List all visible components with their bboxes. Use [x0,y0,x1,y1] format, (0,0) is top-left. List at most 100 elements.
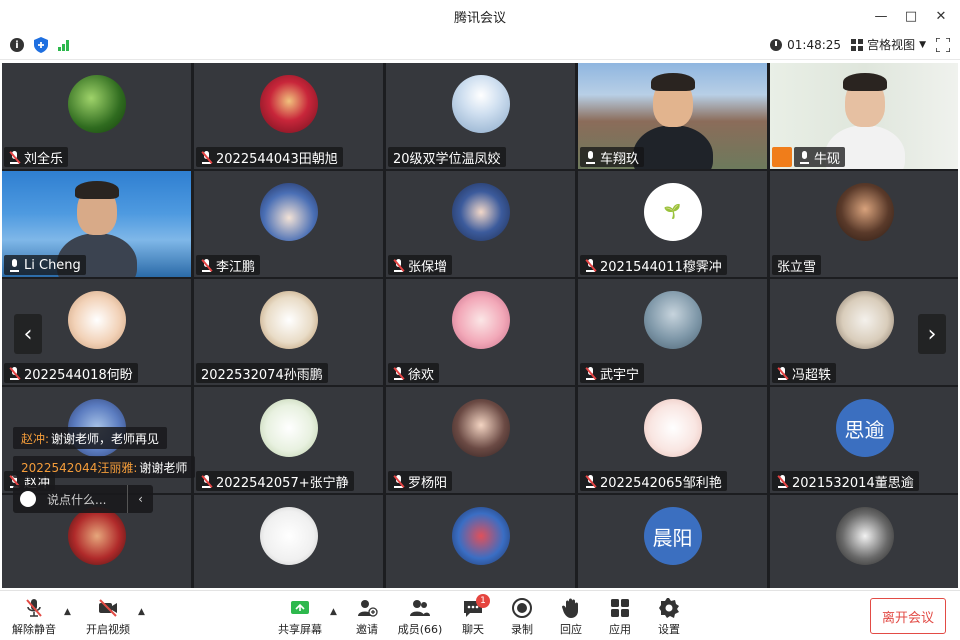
unmute-button[interactable]: 解除静音 [8,595,60,637]
apps-icon [609,597,631,619]
timer-text: 01:48:25 [787,37,842,52]
participant-tile[interactable]: 2022544043田朝旭 [194,63,383,169]
participant-name-tag: 2021532014董思逾 [772,471,919,491]
emoji-icon[interactable] [13,485,43,513]
minimize-icon[interactable]: — [868,3,894,29]
participant-tile[interactable]: 🌱 2021544011穆霁冲 [578,171,767,277]
next-page-button[interactable]: › [918,314,946,354]
participant-name-tag: 2022544043田朝旭 [196,147,343,167]
participant-tile[interactable]: 牛砚 [770,63,958,169]
participant-tile[interactable]: 张立雪 [770,171,958,277]
participant-name-tag: 刘全乐 [4,147,69,167]
mic-muted-icon [585,258,596,272]
participant-tile[interactable]: 车翔玖 [578,63,767,169]
participant-tile[interactable]: 2022542065邹利艳 [578,387,767,493]
record-icon [511,597,533,619]
members-label: 成员(66) [397,623,443,636]
participant-tile[interactable] [194,495,383,588]
view-switch-button[interactable]: 宫格视图 ▼ [851,36,926,53]
avatar [259,507,318,565]
avatar [259,291,318,349]
participant-tile[interactable]: Li Cheng [2,171,191,277]
avatar [451,75,510,133]
view-label: 宫格视图 [867,38,916,52]
chat-text: 谢谢老师 [139,460,188,475]
participant-tile[interactable]: 李江鹏 [194,171,383,277]
participant-tile[interactable]: 2022532074孙雨鹏 [194,279,383,385]
unmute-label: 解除静音 [12,623,56,636]
close-icon[interactable]: ✕ [928,3,954,29]
reaction-button[interactable]: 回应 [545,595,597,637]
participant-name-tag: 冯超轶 [772,363,837,383]
chat-button[interactable]: 1 聊天 [447,594,499,637]
mic-muted-icon [201,474,212,488]
mic-muted-icon [23,597,45,619]
mic-muted-icon [585,474,596,488]
participant-tile[interactable] [386,495,575,588]
participant-tile[interactable]: 徐欢 [386,279,575,385]
participant-name: 牛砚 [814,151,841,167]
shield-icon[interactable] [34,37,48,53]
participant-tile[interactable]: 2022542057+张宁静 [194,387,383,493]
participant-name-tag: 2022542065邹利艳 [580,471,727,491]
participant-tile[interactable]: 罗杨阳 [386,387,575,493]
members-button[interactable]: 成员(66) [394,595,446,637]
participant-tile[interactable]: 刘全乐 [2,63,191,169]
participant-name: 车翔玖 [600,151,640,167]
mic-muted-icon [777,366,788,380]
host-icon [772,147,792,167]
chevron-right-icon: › [927,321,937,347]
apps-button[interactable]: 应用 [594,595,646,637]
signal-icon[interactable] [58,39,69,51]
video-options-caret[interactable]: ▲ [138,607,145,617]
settings-button[interactable]: 设置 [643,595,695,637]
participant-tile[interactable]: 武宇宁 [578,279,767,385]
avatar [643,399,702,457]
participant-name: 张保增 [408,259,448,275]
mic-muted-icon [393,366,404,380]
participant-tile[interactable] [770,495,958,588]
start-video-button[interactable]: 开启视频 [82,595,134,637]
participant-tile[interactable]: 20级双学位温凤姣 [386,63,575,169]
collapse-chat-icon[interactable]: ‹ [127,485,153,513]
window-controls: — □ ✕ [868,0,954,32]
participant-name-tag: 2022532074孙雨鹏 [196,363,328,383]
fullscreen-icon[interactable] [936,37,950,52]
maximize-icon[interactable]: □ [898,3,924,29]
title-bar: 腾讯会议 — □ ✕ [0,0,960,32]
participant-name-tag: 罗杨阳 [388,471,453,491]
participant-tile[interactable]: 思逾 2021532014董思逾 [770,387,958,493]
record-button[interactable]: 录制 [496,595,548,637]
participant-name-tag: 武宇宁 [580,363,645,383]
participant-name-tag: 2022542057+张宁静 [196,471,354,491]
audio-options-caret[interactable]: ▲ [64,607,71,617]
participant-tile[interactable]: 张保增 [386,171,575,277]
avatar [259,183,318,241]
share-screen-icon [289,597,311,619]
info-icon[interactable]: i [10,38,24,52]
chat-unread-badge: 1 [476,594,490,608]
chat-placeholder[interactable]: 说点什么... [43,491,127,508]
invite-button[interactable]: 邀请 [341,595,393,637]
participant-tile[interactable]: 晨阳 [578,495,767,588]
reaction-label: 回应 [560,623,582,636]
bottom-toolbar: 解除静音 ▲ 开启视频 ▲ 共享屏幕 ▲ 邀请 成员(66) 1 聊天 录制 回… [0,590,960,640]
leave-meeting-button[interactable]: 离开会议 [870,598,946,634]
avatar [67,291,126,349]
text-avatar: 思逾 [835,399,894,457]
participant-name: 李江鹏 [216,259,256,275]
avatar [259,399,318,457]
chat-icon: 1 [462,594,490,619]
chat-text: 谢谢老师，老师再见 [51,431,160,446]
chat-quick-input[interactable]: 说点什么... ‹ [13,485,153,513]
share-options-caret[interactable]: ▲ [330,607,337,617]
invite-label: 邀请 [356,623,378,636]
avatar [451,507,510,565]
mic-icon [799,150,810,164]
meeting-timer: 01:48:25 [770,38,841,52]
participant-name: 徐欢 [408,367,435,383]
share-screen-button[interactable]: 共享屏幕 [274,595,326,637]
previous-page-button[interactable]: ‹ [14,314,42,354]
avatar [643,291,702,349]
mic-muted-icon [393,474,404,488]
